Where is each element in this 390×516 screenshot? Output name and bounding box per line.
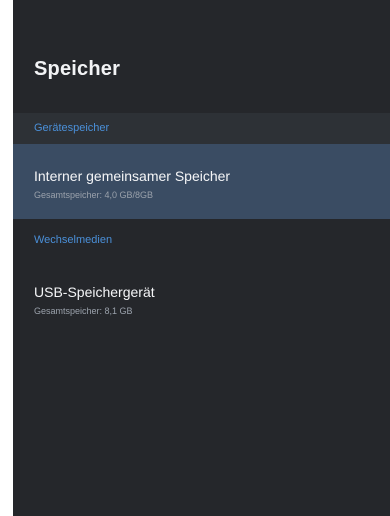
section-header-device-storage: Gerätespeicher <box>13 113 390 144</box>
list-item-subtitle: Gesamtspeicher: 8,1 GB <box>34 306 133 316</box>
list-item-usb-storage-device[interactable]: USB-Speichergerät Gesamtspeicher: 8,1 GB <box>13 270 390 344</box>
list-item-internal-shared-storage[interactable]: Interner gemeinsamer Speicher Gesamtspei… <box>13 144 390 219</box>
section-header-removable-media: Wechselmedien <box>13 225 390 256</box>
page-title: Speicher <box>34 58 121 80</box>
list-item-subtitle: Gesamtspeicher: 4,0 GB/8GB <box>34 190 154 200</box>
list-item-title: Interner gemeinsamer Speicher <box>34 168 231 184</box>
section-label: Gerätespeicher <box>34 122 110 134</box>
list-item-title: USB-Speichergerät <box>34 284 155 300</box>
settings-screen: Speicher Gerätespeicher Interner gemeins… <box>13 0 390 516</box>
section-label: Wechselmedien <box>34 234 113 246</box>
